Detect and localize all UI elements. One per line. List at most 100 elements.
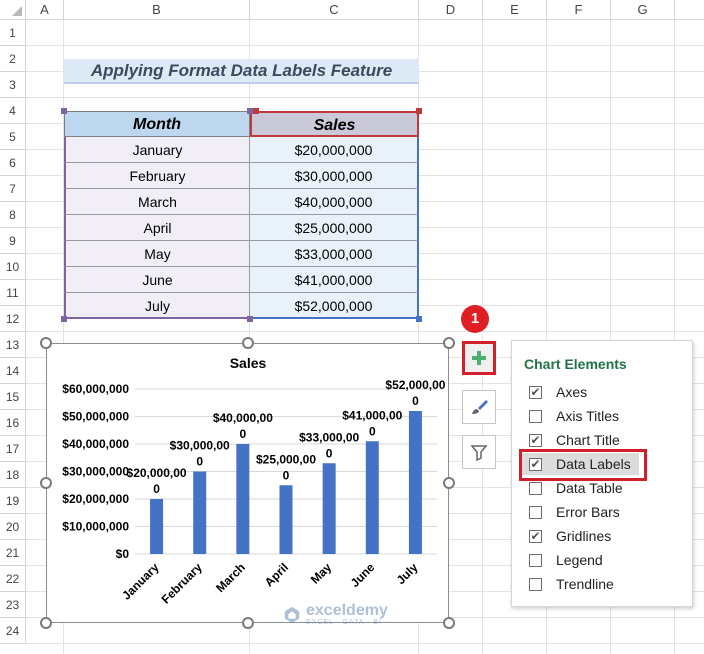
chart-resize-handle[interactable] xyxy=(40,337,52,349)
table-cell-month[interactable]: July xyxy=(64,293,250,319)
bar[interactable] xyxy=(365,441,379,554)
row-header[interactable]: 7 xyxy=(0,176,26,202)
column-header-partial[interactable] xyxy=(675,0,704,20)
chart-element-trendline[interactable]: Trendline xyxy=(529,573,614,595)
table-cell-month[interactable]: May xyxy=(64,241,250,267)
chart-element-axes[interactable]: ✔ Axes xyxy=(529,381,587,403)
checkbox[interactable] xyxy=(529,409,542,423)
range-handle[interactable] xyxy=(416,316,422,322)
table-header-month[interactable]: Month xyxy=(64,111,250,137)
row-header[interactable]: 8 xyxy=(0,202,26,228)
step-badge-1: 1 xyxy=(461,305,489,333)
column-header-d[interactable]: D xyxy=(419,0,483,20)
row-header[interactable]: 18 xyxy=(0,462,26,488)
row-header[interactable]: 13 xyxy=(0,332,26,358)
chart-element-legend[interactable]: Legend xyxy=(529,549,603,571)
column-header-b[interactable]: B xyxy=(64,0,250,20)
x-tick-label: February xyxy=(159,560,205,606)
chart-filters-button[interactable] xyxy=(462,435,496,469)
row-header[interactable]: 19 xyxy=(0,488,26,514)
spreadsheet: A B C D E F G 1 2 3 4 5 6 7 8 9 10 11 12 13 14 15 16 17 1… xyxy=(0,0,704,654)
range-handle[interactable] xyxy=(61,316,67,322)
chart-element-chart-title[interactable]: ✔ Chart Title xyxy=(529,429,620,451)
bar[interactable] xyxy=(322,463,336,554)
row-header[interactable]: 9 xyxy=(0,228,26,254)
data-label: 0 xyxy=(283,468,290,482)
bar[interactable] xyxy=(279,485,293,554)
select-all-corner[interactable] xyxy=(0,0,26,20)
row-header[interactable]: 15 xyxy=(0,384,26,410)
table-cell-sales[interactable]: $52,000,000 xyxy=(250,293,419,319)
table-cell-month[interactable]: January xyxy=(64,137,250,163)
column-header-e[interactable]: E xyxy=(483,0,547,20)
table-cell-month[interactable]: March xyxy=(64,189,250,215)
chart-elements-button[interactable] xyxy=(462,341,496,375)
chart-resize-handle[interactable] xyxy=(443,617,455,629)
range-handle[interactable] xyxy=(253,108,259,114)
data-label: $20,000,00 xyxy=(127,466,187,480)
checkbox[interactable]: ✔ xyxy=(529,433,542,447)
range-handle[interactable] xyxy=(247,316,253,322)
chart-element-label: Error Bars xyxy=(556,504,620,520)
row-header[interactable]: 6 xyxy=(0,150,26,176)
row-header[interactable]: 1 xyxy=(0,20,26,46)
column-header-g[interactable]: G xyxy=(611,0,675,20)
chart-resize-handle[interactable] xyxy=(40,617,52,629)
column-header-c[interactable]: C xyxy=(250,0,419,20)
row-header[interactable]: 5 xyxy=(0,124,26,150)
chart-title[interactable]: Sales xyxy=(230,355,267,371)
checkbox[interactable] xyxy=(529,481,542,495)
row-header[interactable]: 22 xyxy=(0,566,26,592)
y-tick-label: $30,000,000 xyxy=(62,465,129,479)
sales-chart[interactable]: Sales $0 $10,000,000 $20,000,000 $30,000,00… xyxy=(46,343,449,623)
chart-resize-handle[interactable] xyxy=(443,337,455,349)
row-header[interactable]: 16 xyxy=(0,410,26,436)
table-cell-month[interactable]: February xyxy=(64,163,250,189)
table-cell-month[interactable]: June xyxy=(64,267,250,293)
chart-element-axis-titles[interactable]: Axis Titles xyxy=(529,405,619,427)
row-header[interactable]: 4 xyxy=(0,98,26,124)
sheet-title: Applying Format Data Labels Feature xyxy=(64,59,419,84)
bar[interactable] xyxy=(236,444,250,554)
chart-resize-handle[interactable] xyxy=(242,337,254,349)
data-label: $25,000,00 xyxy=(256,452,316,466)
column-header-f[interactable]: F xyxy=(547,0,611,20)
row-header[interactable]: 17 xyxy=(0,436,26,462)
row-header[interactable]: 12 xyxy=(0,306,26,332)
bar[interactable] xyxy=(150,499,164,554)
bar[interactable] xyxy=(408,411,422,554)
checkbox[interactable]: ✔ xyxy=(529,385,542,399)
data-label: 0 xyxy=(369,424,376,438)
row-header[interactable]: 23 xyxy=(0,592,26,618)
row-header[interactable]: 20 xyxy=(0,514,26,540)
row-header[interactable]: 3 xyxy=(0,72,26,98)
table-cell-sales[interactable]: $40,000,000 xyxy=(250,189,419,215)
table-cell-sales[interactable]: $20,000,000 xyxy=(250,137,419,163)
checkbox[interactable] xyxy=(529,577,542,591)
row-header[interactable]: 21 xyxy=(0,540,26,566)
chart-element-gridlines[interactable]: ✔ Gridlines xyxy=(529,525,611,547)
table-cell-sales[interactable]: $25,000,000 xyxy=(250,215,419,241)
chart-resize-handle[interactable] xyxy=(242,617,254,629)
row-header[interactable]: 14 xyxy=(0,358,26,384)
row-header[interactable]: 10 xyxy=(0,254,26,280)
chart-styles-button[interactable] xyxy=(462,390,496,424)
table-cell-sales[interactable]: $30,000,000 xyxy=(250,163,419,189)
table-cell-sales[interactable]: $41,000,000 xyxy=(250,267,419,293)
row-header[interactable]: 24 xyxy=(0,618,26,644)
table-cell-month[interactable]: April xyxy=(64,215,250,241)
column-header-a[interactable]: A xyxy=(26,0,64,20)
checkbox[interactable] xyxy=(529,505,542,519)
chart-resize-handle[interactable] xyxy=(443,477,455,489)
range-handle[interactable] xyxy=(416,108,422,114)
row-header[interactable]: 2 xyxy=(0,46,26,72)
bar[interactable] xyxy=(193,471,207,555)
chart-element-error-bars[interactable]: Error Bars xyxy=(529,501,620,523)
table-cell-sales[interactable]: $33,000,000 xyxy=(250,241,419,267)
checkbox[interactable]: ✔ xyxy=(529,529,542,543)
chart-resize-handle[interactable] xyxy=(40,477,52,489)
row-header[interactable]: 11 xyxy=(0,280,26,306)
range-handle[interactable] xyxy=(61,108,67,114)
checkbox[interactable] xyxy=(529,553,542,567)
table-header-sales[interactable]: Sales xyxy=(250,111,419,137)
